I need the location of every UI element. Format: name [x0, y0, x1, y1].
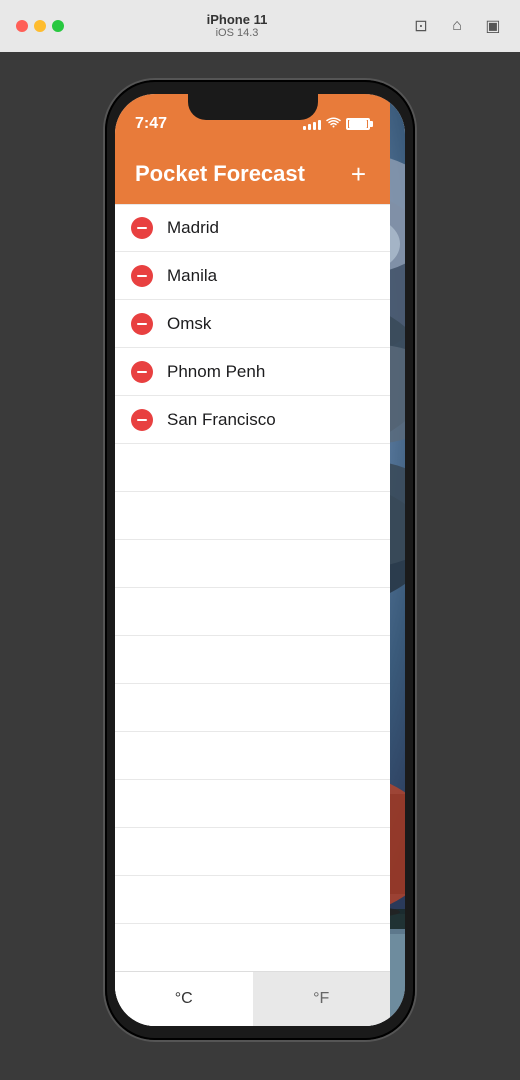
battery-icon	[346, 118, 370, 130]
empty-row-5	[115, 636, 390, 684]
maximize-button[interactable]	[52, 20, 64, 32]
notch	[188, 94, 318, 120]
app-header: Pocket Forecast +	[115, 144, 390, 204]
device-info: iPhone 11 iOS 14.3	[207, 12, 268, 41]
city-list: Madrid Manila Omsk Phnom Penh San Franci	[115, 204, 390, 971]
empty-row-6	[115, 684, 390, 732]
empty-row-9	[115, 828, 390, 876]
minimize-button[interactable]	[34, 20, 46, 32]
remove-san-francisco-button[interactable]	[131, 409, 153, 431]
remove-manila-button[interactable]	[131, 265, 153, 287]
city-name-manila: Manila	[167, 266, 217, 286]
city-name-madrid: Madrid	[167, 218, 219, 238]
signal-icon	[303, 118, 321, 130]
empty-row-3	[115, 540, 390, 588]
traffic-lights	[16, 20, 64, 32]
close-button[interactable]	[16, 20, 28, 32]
remove-omsk-button[interactable]	[131, 313, 153, 335]
city-name-phnom-penh: Phnom Penh	[167, 362, 265, 382]
empty-row-7	[115, 732, 390, 780]
home-icon[interactable]: ⌂	[446, 15, 468, 37]
screenshot-icon[interactable]: ⊡	[410, 15, 432, 37]
phone-frame: 7:47	[105, 80, 415, 1040]
city-item-phnom-penh[interactable]: Phnom Penh	[115, 348, 390, 396]
city-item-omsk[interactable]: Omsk	[115, 300, 390, 348]
remove-madrid-button[interactable]	[131, 217, 153, 239]
status-icons	[303, 117, 370, 132]
city-item-san-francisco[interactable]: San Francisco	[115, 396, 390, 444]
desktop-bar: iPhone 11 iOS 14.3 ⊡ ⌂ ▣	[0, 0, 520, 52]
city-item-manila[interactable]: Manila	[115, 252, 390, 300]
wifi-icon	[326, 117, 341, 132]
app-title: Pocket Forecast	[135, 161, 305, 187]
fahrenheit-button[interactable]: °F	[253, 972, 391, 1026]
empty-row-2	[115, 492, 390, 540]
empty-row-11	[115, 924, 390, 971]
empty-row-10	[115, 876, 390, 924]
phone-screen: 7:47	[115, 94, 405, 1026]
empty-row-1	[115, 444, 390, 492]
rotate-icon[interactable]: ▣	[482, 15, 504, 37]
add-city-button[interactable]: +	[347, 157, 370, 191]
city-name-san-francisco: San Francisco	[167, 410, 276, 430]
celsius-button[interactable]: °C	[115, 972, 253, 1026]
temp-toggle[interactable]: °C °F	[115, 971, 390, 1026]
toolbar-icons: ⊡ ⌂ ▣	[410, 15, 504, 37]
remove-phnom-penh-button[interactable]	[131, 361, 153, 383]
status-time: 7:47	[135, 115, 167, 133]
empty-row-4	[115, 588, 390, 636]
city-name-omsk: Omsk	[167, 314, 211, 334]
empty-row-8	[115, 780, 390, 828]
city-item-madrid[interactable]: Madrid	[115, 204, 390, 252]
content-panel: 7:47	[115, 94, 390, 1026]
